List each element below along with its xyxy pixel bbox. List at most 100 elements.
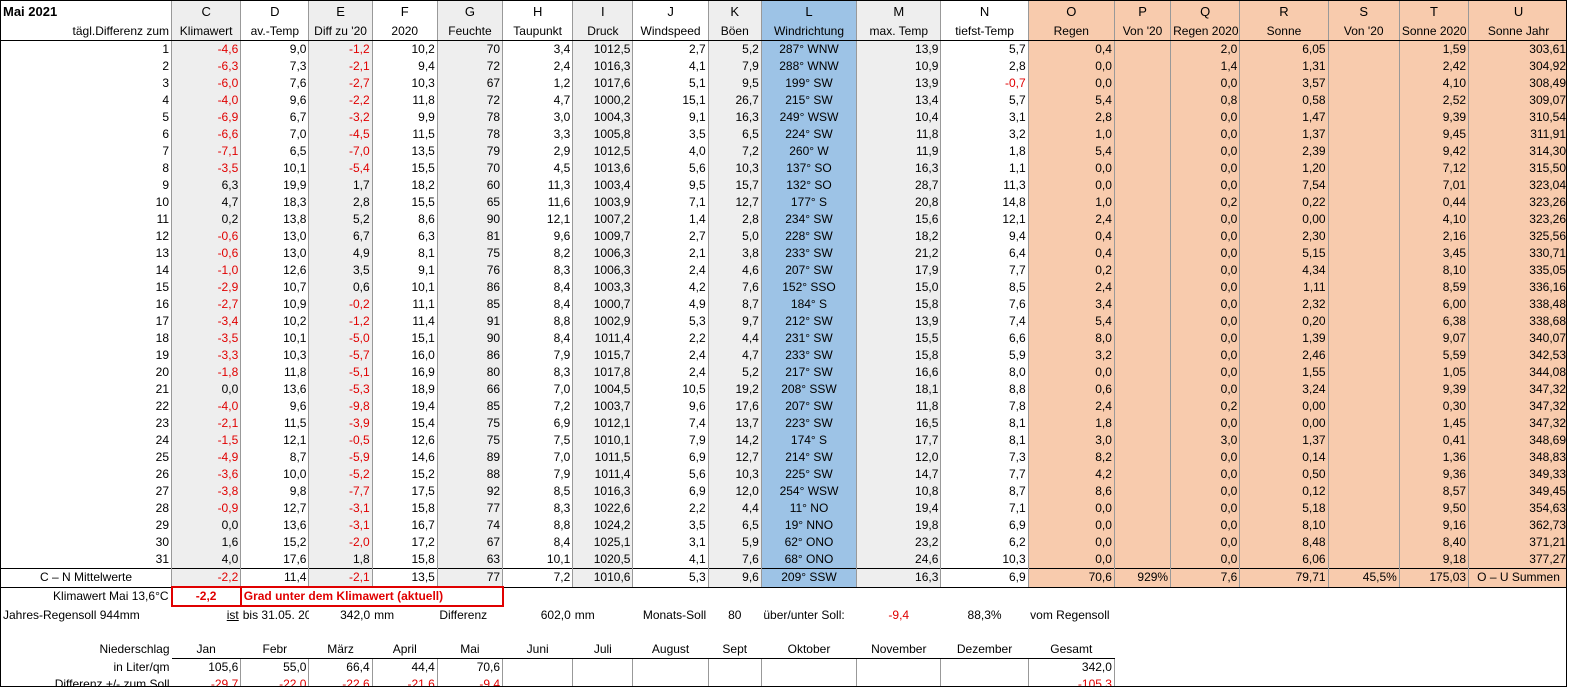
cell-j[interactable]: 3,5 <box>632 126 709 143</box>
cell-i[interactable]: 1020,5 <box>572 551 633 569</box>
cell-s[interactable] <box>1327 160 1400 177</box>
soll-diff-9[interactable] <box>760 676 857 686</box>
cell-n[interactable]: 6,2 <box>940 534 1029 551</box>
row-day[interactable]: 22 <box>1 398 172 415</box>
cell-i[interactable]: 1010,1 <box>572 432 633 449</box>
cell-d[interactable]: 12,1 <box>240 432 309 449</box>
cell-k[interactable]: 9,7 <box>707 313 762 330</box>
cell-s[interactable] <box>1327 534 1400 551</box>
cell-l[interactable]: 233° SW <box>760 245 857 262</box>
column-letter-t[interactable]: T <box>1398 1 1469 23</box>
cell-e[interactable]: 0,6 <box>308 279 373 296</box>
row-day[interactable]: 28 <box>1 500 172 517</box>
liter-3[interactable]: 44,4 <box>371 658 438 676</box>
month-12[interactable]: Gesamt <box>1028 641 1115 659</box>
cell-s[interactable] <box>1327 177 1400 194</box>
column-letter-s[interactable]: S <box>1327 1 1400 23</box>
cell-f[interactable]: 9,9 <box>371 109 438 126</box>
row-day[interactable]: 9 <box>1 177 172 194</box>
cell-m[interactable]: 16,5 <box>856 415 941 432</box>
cell-l[interactable]: 174° S <box>760 432 857 449</box>
cell-l[interactable]: 228° SW <box>760 228 857 245</box>
cell-m[interactable]: 15,6 <box>856 211 941 228</box>
niederschlag-label[interactable]: Niederschlag <box>1 641 172 659</box>
cell-t[interactable]: 4,10 <box>1398 211 1469 228</box>
header-j[interactable]: Windspeed <box>632 23 709 41</box>
cell-k[interactable]: 4,7 <box>707 347 762 364</box>
cell-u[interactable]: 338,68 <box>1468 313 1566 330</box>
cell-e[interactable]: 4,9 <box>308 245 373 262</box>
cell-g[interactable]: 86 <box>436 347 503 364</box>
cell-i[interactable]: 1017,8 <box>572 364 633 381</box>
cell-t[interactable]: 9,36 <box>1398 466 1469 483</box>
cell-s[interactable] <box>1327 262 1400 279</box>
cell-n[interactable]: 6,9 <box>940 517 1029 534</box>
cell-c[interactable]: -2,9 <box>171 279 241 296</box>
ueber-soll-label[interactable]: über/unter Soll: <box>761 606 856 624</box>
cell-h[interactable]: 4,5 <box>502 160 573 177</box>
cell-p[interactable] <box>1113 347 1171 364</box>
cell-d[interactable]: 18,3 <box>240 194 309 211</box>
cell-q[interactable]: 0,0 <box>1170 347 1240 364</box>
cell-e[interactable]: -7,0 <box>308 143 373 160</box>
cell-f[interactable]: 11,8 <box>371 92 438 109</box>
cell-q[interactable]: 0,0 <box>1170 109 1240 126</box>
cell-k[interactable]: 17,6 <box>707 398 762 415</box>
cell-k[interactable]: 3,8 <box>707 245 762 262</box>
mean-s[interactable]: 45,5% <box>1327 568 1400 588</box>
cell-u[interactable]: 338,48 <box>1468 296 1566 313</box>
cell-d[interactable]: 11,8 <box>240 364 309 381</box>
cell-k[interactable]: 7,9 <box>707 58 762 75</box>
cell-f[interactable]: 9,1 <box>371 262 438 279</box>
cell-g[interactable]: 77 <box>436 500 503 517</box>
cell-e[interactable]: -2,2 <box>308 92 373 109</box>
cell-k[interactable]: 13,7 <box>707 415 762 432</box>
cell-i[interactable]: 1011,4 <box>572 466 633 483</box>
cell-g[interactable]: 70 <box>436 160 503 177</box>
diff-label[interactable]: Differenz <box>437 606 502 624</box>
header-i[interactable]: Druck <box>572 23 633 41</box>
cell-r[interactable]: 1,31 <box>1239 58 1329 75</box>
cell-d[interactable]: 10,3 <box>240 347 309 364</box>
cell-q[interactable]: 0,0 <box>1170 381 1240 398</box>
cell-f[interactable]: 13,5 <box>371 143 438 160</box>
cell-e[interactable]: 1,8 <box>308 551 373 569</box>
cell-p[interactable] <box>1113 449 1171 466</box>
cell-o[interactable]: 0,0 <box>1027 364 1115 381</box>
row-day[interactable]: 1 <box>1 41 172 59</box>
cell-c[interactable]: -1,8 <box>171 364 241 381</box>
cell-h[interactable]: 8,8 <box>502 313 573 330</box>
row-day[interactable]: 27 <box>1 483 172 500</box>
cell-c[interactable]: -3,5 <box>171 330 241 347</box>
cell-e[interactable]: 2,8 <box>308 194 373 211</box>
cell-n[interactable]: 1,8 <box>940 143 1029 160</box>
spacer[interactable] <box>1113 658 1566 676</box>
cell-q[interactable]: 0,0 <box>1170 211 1240 228</box>
cell-d[interactable]: 9,6 <box>240 92 309 109</box>
cell-c[interactable]: 4,7 <box>171 194 241 211</box>
cell-q[interactable]: 0,0 <box>1170 279 1240 296</box>
cell-c[interactable]: -4,0 <box>171 92 241 109</box>
cell-j[interactable]: 7,9 <box>632 432 709 449</box>
cell-c[interactable]: -3,8 <box>171 483 241 500</box>
cell-s[interactable] <box>1327 296 1400 313</box>
cell-g[interactable]: 79 <box>436 143 503 160</box>
cell-s[interactable] <box>1327 245 1400 262</box>
cell-d[interactable]: 9,6 <box>240 398 309 415</box>
cell-f[interactable]: 16,0 <box>371 347 438 364</box>
cell-q[interactable]: 0,0 <box>1170 296 1240 313</box>
cell-n[interactable]: -0,7 <box>940 75 1029 92</box>
cell-t[interactable]: 6,00 <box>1398 296 1469 313</box>
monats-soll-label[interactable]: Monats-Soll <box>633 606 708 624</box>
row-day[interactable]: 2 <box>1 58 172 75</box>
cell-i[interactable]: 1012,5 <box>572 143 633 160</box>
cell-n[interactable]: 6,6 <box>940 330 1029 347</box>
header-q[interactable]: Regen 2020 <box>1170 23 1240 41</box>
row-day[interactable]: 30 <box>1 534 172 551</box>
cell-s[interactable] <box>1327 381 1400 398</box>
cell-k[interactable]: 12,7 <box>707 194 762 211</box>
cell-i[interactable]: 1012,1 <box>572 415 633 432</box>
cell-i[interactable]: 1011,5 <box>572 449 633 466</box>
cell-u[interactable]: 309,07 <box>1468 92 1566 109</box>
cell-u[interactable]: 335,05 <box>1468 262 1566 279</box>
